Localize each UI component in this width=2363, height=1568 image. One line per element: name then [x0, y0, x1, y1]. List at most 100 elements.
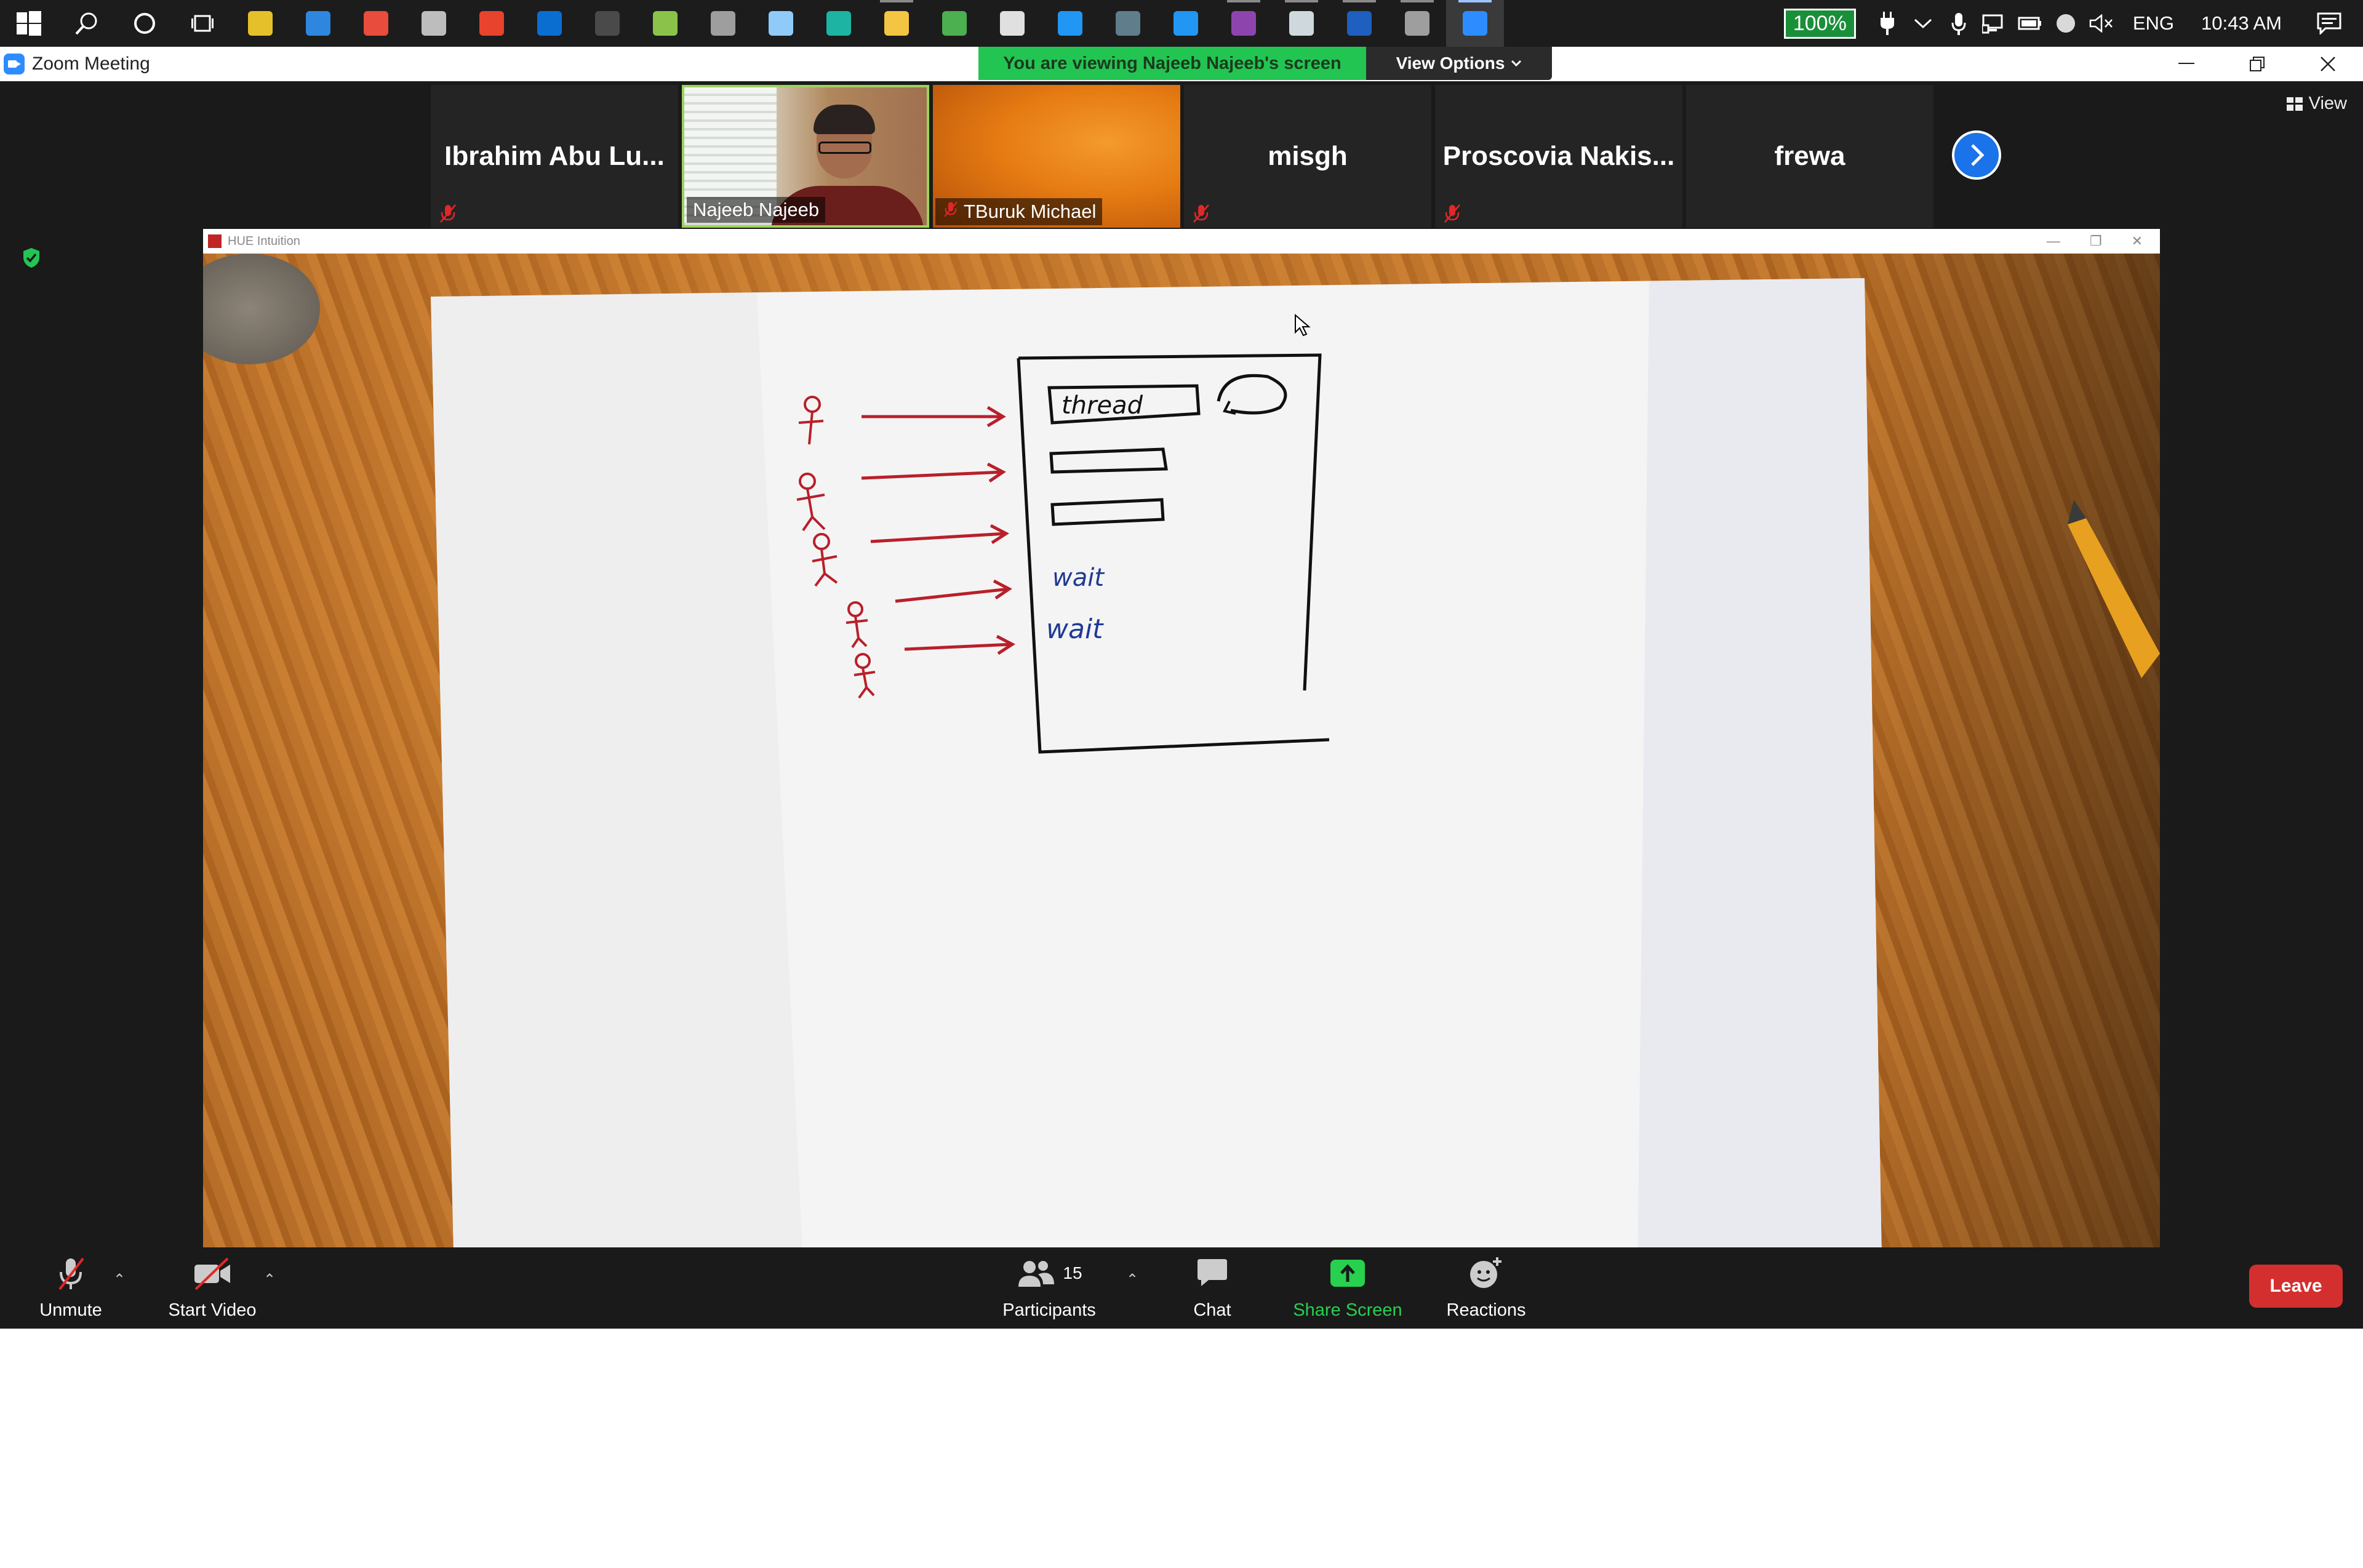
participant-tile[interactable]: frewa — [1686, 85, 1933, 228]
video-options-caret-icon[interactable]: ⌃ — [263, 1271, 276, 1289]
battery-indicator[interactable]: 100% — [1783, 8, 1856, 39]
participant-name-tag: Najeeb Najeeb — [687, 197, 826, 223]
app-8-icon[interactable] — [1099, 0, 1157, 47]
app-5-icon[interactable] — [636, 0, 694, 47]
store-glyph — [1000, 11, 1025, 36]
edge-icon[interactable] — [810, 0, 868, 47]
minimize-icon: — — [2046, 233, 2060, 249]
app-7-glyph — [769, 11, 793, 36]
zoom-icon[interactable] — [1446, 0, 1504, 47]
share-screen-label: Share Screen — [1293, 1300, 1402, 1320]
paper-shadow — [431, 293, 806, 1329]
app-1-icon[interactable] — [231, 0, 289, 47]
app-2-icon[interactable] — [289, 0, 347, 47]
view-options-label: View Options — [1396, 54, 1505, 73]
outlook-icon[interactable] — [521, 0, 578, 47]
word-glyph — [1347, 11, 1372, 36]
terminal-glyph — [595, 11, 620, 36]
input-language[interactable]: ENG — [2119, 12, 2188, 34]
app-2-glyph — [306, 11, 330, 36]
view-layout-button[interactable]: View — [2286, 94, 2347, 114]
security-shield-icon[interactable] — [22, 247, 41, 268]
chevron-right-icon — [1971, 144, 1985, 166]
word-icon[interactable] — [1330, 0, 1388, 47]
unmute-button[interactable]: Unmute — [25, 1247, 117, 1329]
cortana-icon[interactable] — [116, 0, 174, 47]
chat-icon — [1197, 1258, 1227, 1286]
app-3-glyph — [364, 11, 388, 36]
app-8-glyph — [1116, 11, 1140, 36]
file-explorer-icon[interactable] — [868, 0, 926, 47]
task-view-icon[interactable] — [174, 0, 231, 47]
start-icon[interactable] — [0, 0, 58, 47]
power-plug-icon[interactable] — [1869, 0, 1905, 47]
microphone-icon[interactable] — [1941, 0, 1977, 47]
app-10-icon[interactable] — [1388, 0, 1446, 47]
next-page-button[interactable] — [1952, 130, 2001, 180]
zoom-glyph — [1463, 11, 1487, 36]
audio-options-caret-icon[interactable]: ⌃ — [113, 1271, 126, 1289]
reactions-button[interactable]: Reactions — [1434, 1247, 1538, 1329]
shared-window-title-bar: HUE Intuition — ❐ ✕ — [203, 229, 2160, 254]
unmute-label: Unmute — [39, 1300, 102, 1320]
app-9-icon[interactable] — [1273, 0, 1330, 47]
clock[interactable]: 10:43 AM — [2188, 12, 2295, 34]
participant-tile[interactable]: Proscovia Nakis... — [1435, 85, 1682, 228]
participant-name: frewa — [1774, 141, 1845, 171]
volume-muted-icon[interactable] — [2084, 0, 2119, 47]
office-icon[interactable] — [463, 0, 521, 47]
microphone-muted-icon — [58, 1257, 84, 1290]
participant-tile[interactable]: TBuruk Michael — [933, 85, 1180, 228]
app-4-icon[interactable] — [405, 0, 463, 47]
chevron-down-icon — [1511, 60, 1522, 67]
share-screen-button[interactable]: Share Screen — [1286, 1247, 1409, 1329]
participant-tile[interactable]: Ibrahim Abu Lu... — [431, 85, 678, 228]
thread-label: thread — [1062, 391, 1143, 420]
participant-name: Ibrahim Abu Lu... — [444, 141, 665, 171]
store-icon[interactable] — [983, 0, 1041, 47]
vscode-glyph — [1174, 11, 1198, 36]
leave-button[interactable]: Leave — [2249, 1265, 2343, 1308]
terminal-icon[interactable] — [578, 0, 636, 47]
pencil — [2068, 518, 2160, 678]
view-options-button[interactable]: View Options — [1366, 47, 1552, 80]
participants-label: Participants — [1002, 1300, 1096, 1320]
network-icon[interactable] — [1977, 0, 2012, 47]
start-video-button[interactable]: Start Video — [163, 1247, 262, 1329]
mail-icon[interactable] — [1041, 0, 1099, 47]
app-7-icon[interactable] — [752, 0, 810, 47]
start-video-label: Start Video — [168, 1300, 257, 1320]
app-9-glyph — [1289, 11, 1314, 36]
microphone-muted-icon — [1190, 201, 1212, 223]
notifications-icon[interactable] — [2295, 0, 2363, 47]
view-layout-label: View — [2308, 94, 2347, 113]
viewing-screen-banner: You are viewing Najeeb Najeeb's screen — [978, 47, 1366, 80]
search-glyph — [74, 11, 99, 36]
participants-button[interactable]: 15 Participants — [991, 1247, 1108, 1329]
chat-button[interactable]: Chat — [1169, 1247, 1255, 1329]
shared-screen[interactable]: thread wait wait HUE Intuition — ❐ ✕ — [203, 229, 2160, 1329]
vscode-icon[interactable] — [1157, 0, 1215, 47]
participants-caret-icon[interactable]: ⌃ — [1126, 1271, 1138, 1289]
battery-icon[interactable] — [2012, 0, 2048, 47]
system-tray: 100% ENG 10:43 AM — [1783, 0, 2363, 47]
app-3-icon[interactable] — [347, 0, 405, 47]
visual-studio-icon[interactable] — [1215, 0, 1273, 47]
grid-icon — [2286, 97, 2303, 111]
close-button[interactable] — [2292, 47, 2363, 81]
window-controls — [2151, 47, 2363, 81]
minimize-button[interactable] — [2151, 47, 2221, 81]
video-camera-muted-icon — [194, 1257, 230, 1290]
reactions-smiley-icon — [1470, 1257, 1501, 1288]
chrome-icon[interactable] — [926, 0, 983, 47]
restore-button[interactable] — [2221, 47, 2292, 81]
participant-tile[interactable]: Najeeb Najeeb — [682, 85, 929, 228]
app-6-icon[interactable] — [694, 0, 752, 47]
participant-tile[interactable]: misgh — [1184, 85, 1431, 228]
globe-icon[interactable] — [2048, 0, 2084, 47]
search-icon[interactable] — [58, 0, 116, 47]
reactions-label: Reactions — [1446, 1300, 1526, 1320]
participant-name: misgh — [1268, 141, 1348, 171]
app-icon — [208, 234, 222, 248]
chevron-down-icon[interactable] — [1905, 0, 1941, 47]
